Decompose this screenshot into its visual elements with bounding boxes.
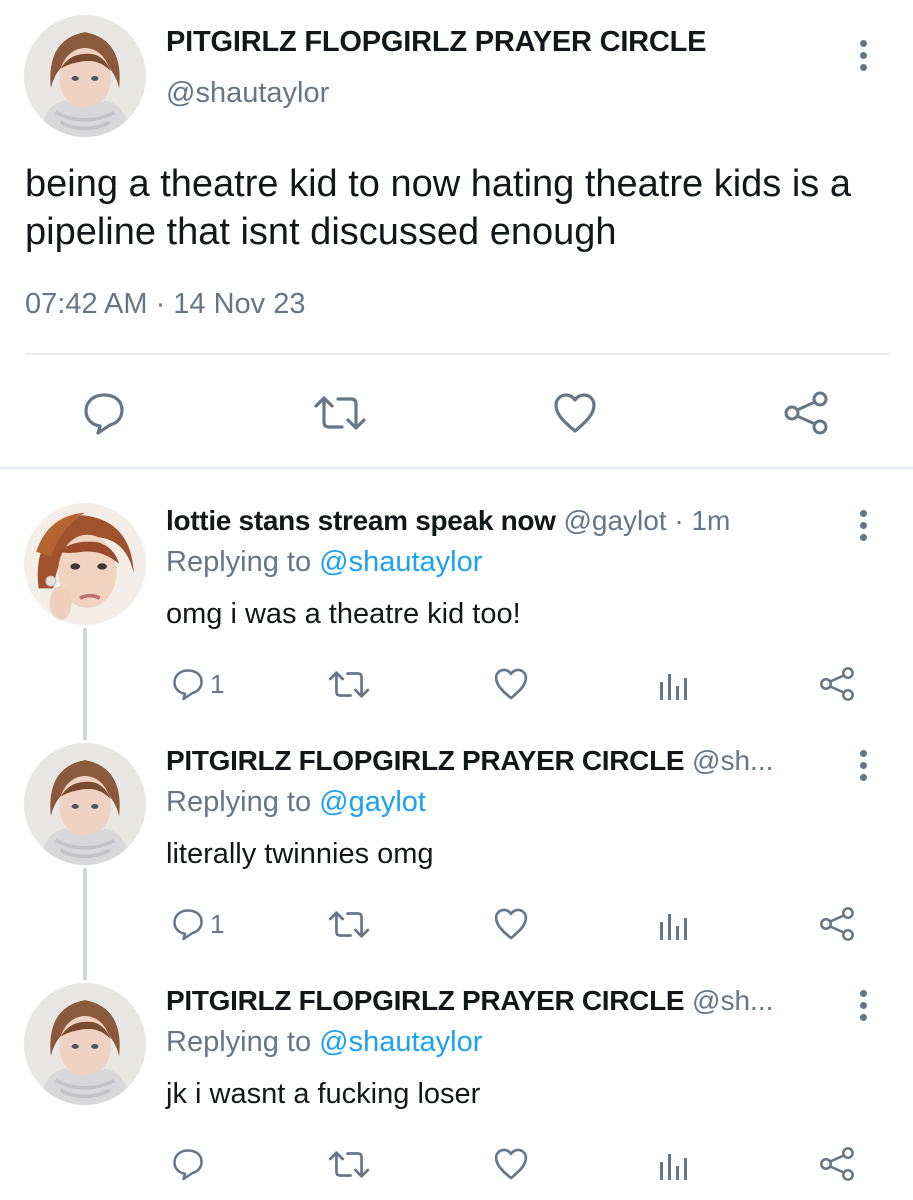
retweet-button[interactable] (327, 1148, 371, 1181)
like-button[interactable] (552, 390, 598, 436)
analytics-icon (660, 914, 687, 940)
like-icon (554, 393, 596, 433)
share-button[interactable] (818, 1146, 856, 1182)
like-icon (494, 668, 528, 700)
profile-photo-icon (24, 743, 146, 865)
reply-icon (173, 1149, 203, 1181)
reply-icon (173, 669, 203, 701)
retweet-icon (314, 396, 366, 430)
reply-text: literally twinnies omg (166, 838, 434, 870)
retweet-icon (328, 911, 370, 938)
avatar[interactable] (24, 15, 146, 137)
display-name[interactable]: lottie stans stream speak now (166, 505, 556, 536)
share-icon (820, 1147, 854, 1181)
display-name[interactable]: PITGIRLZ FLOPGIRLZ PRAYER CIRCLE (166, 985, 685, 1016)
analytics-button[interactable] (658, 668, 690, 702)
share-icon (784, 391, 828, 435)
analytics-icon (660, 674, 687, 700)
profile-photo-icon (24, 15, 146, 137)
tweet-timestamp[interactable]: 07:42 AM · 14 Nov 23 (25, 288, 306, 321)
replying-to-label: Replying to (166, 1026, 320, 1058)
replying-to: Replying to @gaylot (166, 786, 426, 819)
retweet-button[interactable] (327, 668, 371, 701)
retweet-icon (328, 1151, 370, 1178)
reply-button[interactable]: 1 (170, 906, 224, 942)
reply-text: omg i was a theatre kid too! (166, 598, 521, 630)
reply-header: lottie stans stream speak now @gaylot · … (166, 505, 730, 537)
analytics-button[interactable] (658, 1148, 690, 1182)
reply-count: 1 (210, 668, 225, 699)
display-name[interactable]: PITGIRLZ FLOPGIRLZ PRAYER CIRCLE (166, 745, 685, 776)
mention-link[interactable]: @shautaylor (319, 1026, 482, 1058)
share-icon (820, 907, 854, 941)
like-button[interactable] (493, 1146, 529, 1182)
display-name[interactable]: PITGIRLZ FLOPGIRLZ PRAYER CIRCLE (166, 26, 707, 59)
reply-button[interactable]: 1 (170, 666, 224, 702)
reply-text: jk i wasnt a fucking loser (166, 1078, 481, 1110)
like-button[interactable] (493, 906, 529, 942)
divider (0, 467, 913, 469)
retweet-button[interactable] (327, 908, 371, 941)
reply-header: PITGIRLZ FLOPGIRLZ PRAYER CIRCLE @sh... (166, 985, 773, 1017)
handle-time[interactable]: @gaylot · 1m (556, 505, 730, 536)
share-icon (820, 667, 854, 701)
profile-photo-icon (24, 983, 146, 1105)
user-handle[interactable]: @shautaylor (166, 77, 329, 110)
reply-header: PITGIRLZ FLOPGIRLZ PRAYER CIRCLE @sh... (166, 745, 773, 777)
analytics-icon (660, 1154, 687, 1180)
replying-to-label: Replying to (166, 786, 320, 818)
like-button[interactable] (493, 666, 529, 702)
tweet-text: being a theatre kid to now hating theatr… (25, 163, 851, 253)
like-icon (494, 908, 528, 940)
more-options-icon[interactable] (856, 510, 870, 544)
retweet-button[interactable] (312, 392, 368, 434)
reply-count: 1 (210, 908, 225, 939)
mention-link[interactable]: @gaylot (319, 786, 426, 818)
retweet-icon (328, 671, 370, 698)
share-button[interactable] (818, 906, 856, 942)
thread-line (83, 628, 87, 740)
mention-link[interactable]: @shautaylor (319, 546, 482, 578)
reply-icon (173, 909, 203, 941)
more-options-icon[interactable] (856, 750, 870, 784)
more-options-icon[interactable] (856, 40, 870, 74)
share-button[interactable] (782, 390, 830, 436)
avatar[interactable] (24, 743, 146, 865)
more-options-icon[interactable] (856, 990, 870, 1024)
profile-photo-icon (24, 503, 146, 625)
avatar[interactable] (24, 983, 146, 1105)
replying-to: Replying to @shautaylor (166, 546, 482, 579)
reply-button[interactable] (170, 1146, 210, 1182)
reply-button[interactable] (80, 390, 128, 436)
handle-time[interactable]: @sh... (684, 745, 773, 776)
like-icon (494, 1148, 528, 1180)
analytics-button[interactable] (658, 908, 690, 942)
handle-time[interactable]: @sh... (684, 985, 773, 1016)
avatar[interactable] (24, 503, 146, 625)
replying-to: Replying to @shautaylor (166, 1026, 482, 1059)
thread-line (83, 868, 87, 980)
replying-to-label: Replying to (166, 546, 320, 578)
reply-icon (84, 393, 124, 435)
share-button[interactable] (818, 666, 856, 702)
divider (25, 353, 889, 355)
